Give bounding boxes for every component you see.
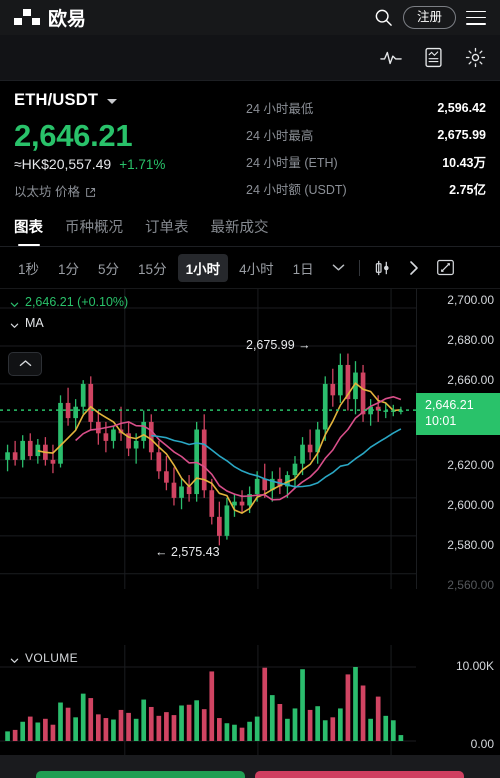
timeframe-1s[interactable]: 1秒	[10, 254, 47, 282]
last-price: 2,646.21	[14, 118, 133, 153]
axis-tick-label-clipped: 2,560.00	[447, 578, 494, 592]
current-price-badge: 2,646.21 10:01	[416, 393, 500, 436]
chevron-right-icon[interactable]	[401, 260, 427, 276]
session-high-annotation: 2,675.99 →	[246, 338, 311, 352]
timeframe-15m[interactable]: 15分	[130, 254, 175, 282]
current-price-value: 2,646.21	[425, 398, 474, 412]
trade-action-bar	[0, 755, 500, 778]
timeframe-4h[interactable]: 4小时	[231, 254, 282, 282]
section-tabs: 图表 币种概况 订单表 最新成交	[0, 206, 500, 247]
external-link-icon	[85, 185, 96, 197]
chevron-down-icon	[107, 99, 118, 104]
axis-tick-label: 2,580.00	[447, 538, 494, 552]
volume-pane[interactable]: VOLUME 10.00K 0.00	[0, 645, 500, 755]
document-chart-icon[interactable]	[424, 47, 443, 68]
timeframe-bar: 1秒 1分 5分 15分 1小时 4小时 1日	[0, 247, 500, 289]
volume-title: VOLUME	[25, 651, 79, 665]
tab-chart[interactable]: 图表	[14, 216, 43, 246]
axis-tick-label: 2,620.00	[447, 458, 494, 472]
stat-row: 24 小时额 (USDT) 2.75亿	[246, 175, 486, 202]
collapse-legend-button[interactable]	[8, 352, 42, 376]
axis-tick-label: 2,700.00	[447, 293, 494, 307]
pulse-indicator-icon[interactable]	[380, 49, 402, 67]
chevron-down-icon[interactable]	[325, 263, 352, 272]
search-icon[interactable]	[374, 8, 393, 27]
legend-price-row[interactable]: 2,646.21 (+0.10%)	[10, 295, 128, 309]
axis-tick-label: 2,680.00	[447, 333, 494, 347]
chart-tools-bar	[0, 35, 500, 81]
timeframe-1d[interactable]: 1日	[285, 254, 322, 282]
okx-logo-icon	[14, 9, 40, 26]
stat-label: 24 小时最高	[246, 129, 314, 143]
legend-ma-row[interactable]: MA	[10, 316, 128, 330]
tab-orderbook[interactable]: 订单表	[145, 216, 189, 246]
price-change-percent: +1.71%	[119, 156, 166, 172]
chevron-down-icon	[10, 298, 19, 307]
current-price-time: 10:01	[425, 413, 457, 428]
quote-panel: ETH/USDT 2,646.21 ≈HK$20,557.49 +1.71% 以…	[0, 81, 500, 206]
quote-stats: 24 小时最低 2,596.42 24 小时最高 2,675.99 24 小时量…	[246, 91, 486, 202]
stat-row: 24 小时量 (ETH) 10.43万	[246, 148, 486, 175]
hamburger-icon[interactable]	[466, 10, 486, 25]
top-navigation-bar: 欧易 注册	[0, 0, 500, 35]
fiat-price: ≈HK$20,557.49	[14, 155, 112, 172]
stat-value: 2,675.99	[437, 127, 486, 142]
trading-app: 欧易 注册 ETH/USDT 2,646.21 ≈HK$20,557.49 +1…	[0, 0, 500, 778]
register-button[interactable]: 注册	[402, 6, 456, 29]
volume-bottom-label: 0.00	[470, 737, 494, 751]
stat-row: 24 小时最低 2,596.42	[246, 94, 486, 121]
fullscreen-icon[interactable]	[430, 258, 461, 277]
candle-type-icon[interactable]	[367, 259, 398, 277]
chevron-down-icon	[10, 654, 19, 663]
tab-overview[interactable]: 币种概况	[65, 216, 123, 246]
axis-tick-label: 2,660.00	[447, 373, 494, 387]
legend-ma-text: MA	[25, 316, 44, 330]
stat-row: 24 小时最高 2,675.99	[246, 121, 486, 148]
pair-symbol: ETH/USDT	[14, 91, 99, 109]
stat-value: 2.75亿	[449, 183, 486, 197]
stat-label: 24 小时最低	[246, 102, 314, 116]
gear-icon[interactable]	[465, 47, 486, 68]
price-axis: 2,700.00 2,680.00 2,660.00 2,646.21 10:0…	[416, 289, 500, 592]
chart-container[interactable]: 2,700.00 2,680.00 2,660.00 2,646.21 10:0…	[0, 289, 500, 778]
session-low-annotation: ← 2,575.43	[155, 545, 220, 559]
sell-button[interactable]	[255, 771, 464, 778]
stat-value: 10.43万	[442, 156, 486, 170]
axis-tick-label: 2,600.00	[447, 498, 494, 512]
legend-price-text: 2,646.21 (+0.10%)	[25, 295, 129, 309]
volume-legend[interactable]: VOLUME	[10, 651, 78, 665]
chart-legend: 2,646.21 (+0.10%) MA	[10, 295, 128, 337]
timeframe-5m[interactable]: 5分	[90, 254, 127, 282]
brand-logo[interactable]: 欧易	[14, 4, 86, 31]
toolbar-divider	[358, 259, 360, 276]
chevron-up-icon	[19, 355, 32, 373]
pair-selector[interactable]: ETH/USDT	[14, 91, 246, 110]
stat-label: 24 小时量 (ETH)	[246, 156, 338, 170]
buy-button[interactable]	[36, 771, 245, 778]
stat-label: 24 小时额 (USDT)	[246, 183, 347, 197]
stat-value: 2,596.42	[437, 100, 486, 115]
timeframe-1m[interactable]: 1分	[50, 254, 87, 282]
quote-primary: ETH/USDT 2,646.21 ≈HK$20,557.49 +1.71% 以…	[14, 91, 246, 202]
timeframe-1h[interactable]: 1小时	[177, 253, 229, 282]
tab-trades[interactable]: 最新成交	[211, 216, 269, 246]
asset-subtitle: 以太坊 价格	[14, 184, 80, 199]
brand-name: 欧易	[48, 9, 87, 30]
asset-subtitle-row[interactable]: 以太坊 价格	[14, 181, 246, 200]
volume-top-label: 10.00K	[455, 659, 494, 673]
fiat-row: ≈HK$20,557.49 +1.71%	[14, 156, 246, 172]
chevron-down-icon	[10, 319, 19, 328]
